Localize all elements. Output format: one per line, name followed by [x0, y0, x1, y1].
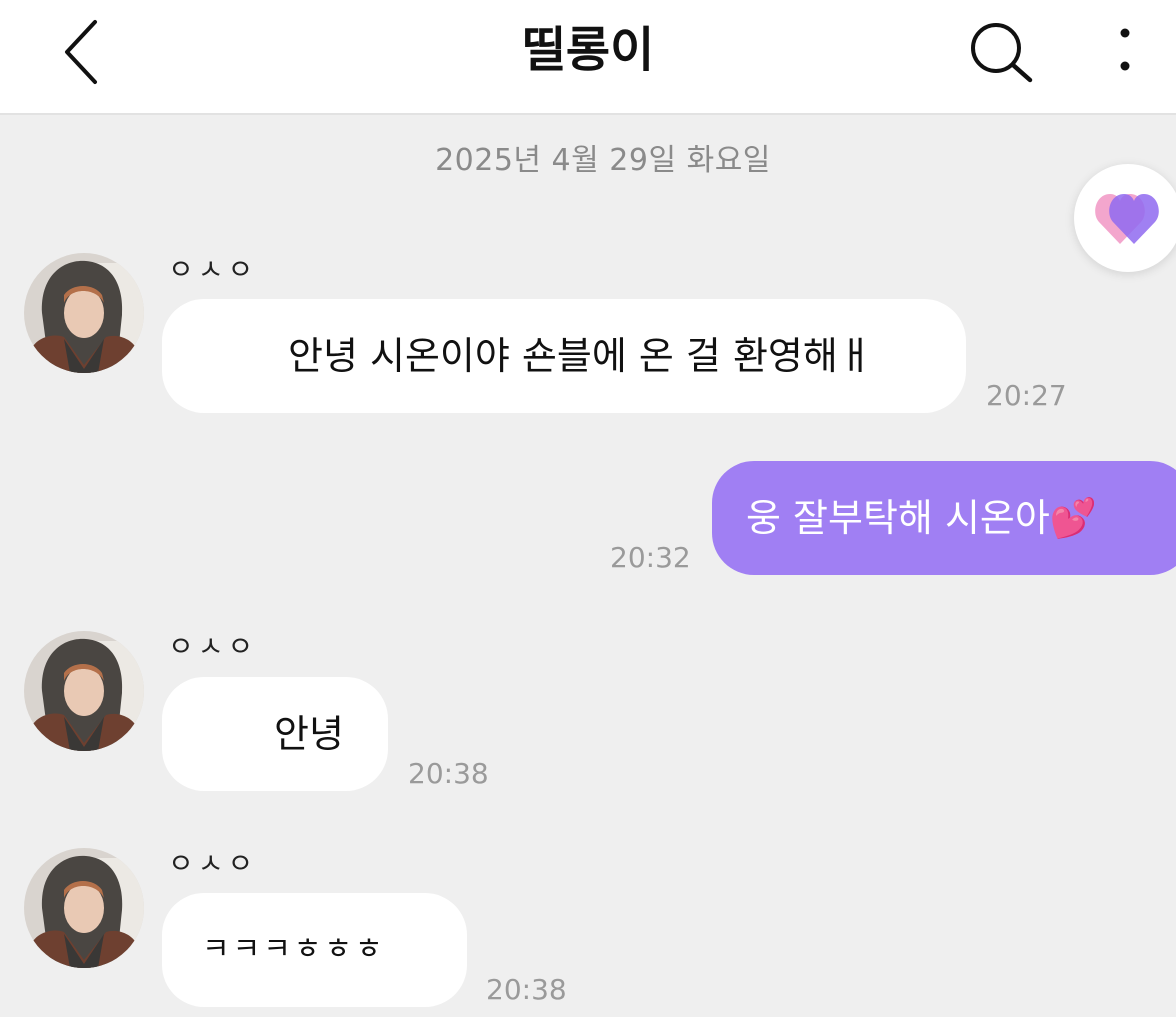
more-options-button[interactable] — [1100, 14, 1150, 94]
sender-name: ㅇㅅㅇ — [168, 847, 258, 880]
message-bubble[interactable]: 안녕 시온이야 숀블에 온 걸 환영해ㅐ — [162, 299, 966, 413]
heart-icon — [1095, 194, 1159, 244]
search-button[interactable] — [958, 14, 1042, 94]
search-icon — [971, 23, 1033, 83]
chat-header: 띨롱이 — [0, 0, 1176, 115]
message-bubble[interactable]: ㅋㅋㅋㅎㅎㅎ — [162, 893, 467, 1007]
avatar[interactable] — [24, 631, 144, 751]
message-time: 20:38 — [408, 757, 489, 790]
chevron-left-icon — [65, 20, 97, 84]
avatar[interactable] — [24, 253, 144, 373]
message-bubble[interactable]: 안녕 — [162, 677, 388, 791]
message-time: 20:38 — [486, 973, 567, 1006]
back-button[interactable] — [40, 14, 120, 94]
message-time: 20:32 — [610, 541, 691, 574]
avatar[interactable] — [24, 848, 144, 968]
sender-name: ㅇㅅㅇ — [168, 630, 258, 663]
date-divider: 2025년 4월 29일 화요일 — [435, 143, 771, 178]
message-time: 20:27 — [986, 379, 1067, 412]
heart-reaction-button[interactable] — [1074, 164, 1176, 272]
sender-name: ㅇㅅㅇ — [168, 253, 258, 286]
more-vertical-icon — [1120, 28, 1130, 71]
my-message-bubble[interactable]: 웅 잘부탁해 시온아💕 — [712, 461, 1176, 575]
